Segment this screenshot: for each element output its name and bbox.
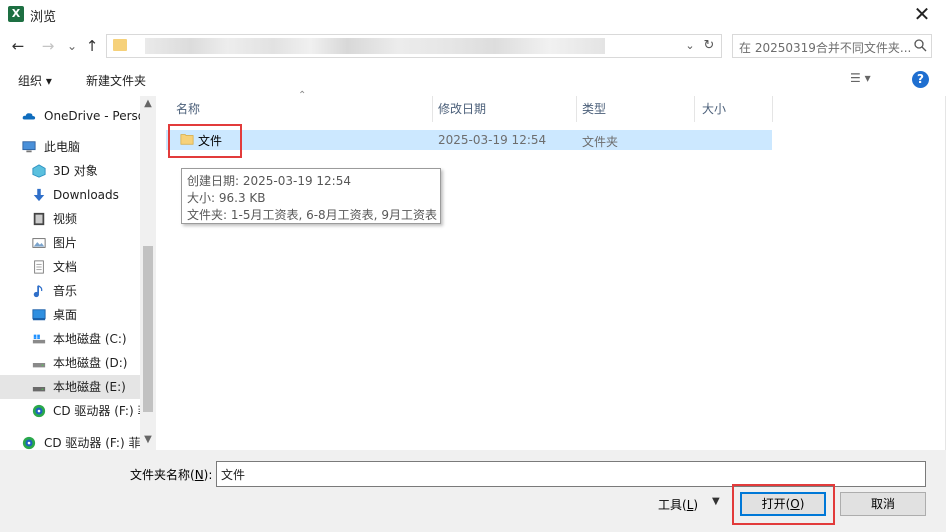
sidebar-item-music[interactable]: 音乐: [0, 279, 140, 303]
cancel-button[interactable]: 取消: [840, 492, 926, 516]
sidebar-item-label: 音乐: [53, 284, 78, 298]
sidebar-item-label: 视频: [53, 212, 78, 226]
column-header-name[interactable]: 名称: [176, 96, 200, 122]
sidebar-scroll-thumb[interactable]: [143, 246, 153, 412]
sidebar-item-cd-drive[interactable]: CD 驱动器 (F:) 菲: [0, 399, 149, 423]
sidebar-item-label: Downloads: [53, 188, 119, 202]
sidebar-item-pictures[interactable]: 图片: [0, 231, 140, 255]
sidebar-item-label: 本地磁盘 (E:): [53, 380, 126, 394]
file-type: 文件夹: [582, 135, 619, 149]
column-divider[interactable]: [432, 96, 433, 122]
sidebar-item-label: 本地磁盘 (D:): [53, 356, 128, 370]
address-bar[interactable]: ⌄ ↻: [106, 34, 722, 58]
close-button[interactable]: ✕: [908, 2, 936, 26]
sidebar-item-label: OneDrive - Perso: [44, 109, 146, 123]
drive-icon: [32, 387, 46, 392]
column-divider[interactable]: [576, 96, 577, 122]
cd-drive-icon: [32, 404, 46, 418]
sidebar-scrollbar[interactable]: ▲ ▼: [140, 96, 156, 450]
sidebar-item-desktop[interactable]: 桌面: [0, 303, 140, 327]
column-header-type[interactable]: 类型: [582, 96, 606, 122]
download-icon: [33, 188, 45, 202]
sidebar-item-drive-c[interactable]: 本地磁盘 (C:): [0, 327, 140, 351]
organize-button[interactable]: 组织 ▾: [18, 72, 52, 89]
picture-icon: [32, 238, 46, 248]
address-row: ← → ⌄ ↑ ⌄ ↻ 在 20250319合并不同文件夹...: [0, 30, 946, 62]
tooltip-size: 大小: 96.3 KB: [187, 191, 266, 205]
scroll-down-arrow-icon[interactable]: ▼: [140, 434, 156, 445]
drive-icon: [32, 363, 46, 368]
sidebar-item-this-pc[interactable]: 此电脑: [0, 135, 140, 159]
sidebar-item-label: 此电脑: [44, 140, 81, 154]
computer-icon: [22, 141, 36, 153]
open-button[interactable]: 打开(O): [740, 492, 826, 516]
document-icon: [34, 260, 44, 274]
search-input[interactable]: 在 20250319合并不同文件夹...: [732, 34, 932, 58]
sidebar-item-3d-objects[interactable]: 3D 对象: [0, 159, 140, 183]
folder-name-value: 文件: [221, 468, 246, 482]
tooltip-created: 创建日期: 2025-03-19 12:54: [187, 174, 351, 188]
excel-app-icon: X: [8, 6, 24, 22]
navigation-pane: OneDrive - Perso 此电脑 3D 对象 Downloads 视频 …: [0, 96, 156, 450]
sidebar-item-label: 文档: [53, 260, 78, 274]
sidebar-item-label: CD 驱动器 (F:) 菲: [44, 436, 141, 450]
sidebar-item-drive-e[interactable]: 本地磁盘 (E:): [0, 375, 140, 399]
search-icon: [914, 39, 927, 52]
refresh-button[interactable]: ↻: [701, 37, 717, 55]
new-folder-button[interactable]: 新建文件夹: [86, 72, 146, 89]
sidebar-item-documents[interactable]: 文档: [0, 255, 140, 279]
file-row[interactable]: 文件 2025-03-19 12:54 文件夹: [166, 130, 772, 150]
address-path-redacted: [145, 38, 605, 54]
sidebar-item-label: 3D 对象: [53, 164, 98, 178]
dialog-footer: 文件夹名称(N): 文件 工具(L) ▼ 打开(O) 取消: [0, 450, 946, 532]
sidebar-item-drive-d[interactable]: 本地磁盘 (D:): [0, 351, 140, 375]
sidebar-item-cd-drive-root[interactable]: CD 驱动器 (F:) 菲: [0, 431, 140, 450]
forward-button[interactable]: →: [38, 36, 58, 56]
tooltip-folders: 文件夹: 1-5月工资表, 6-8月工资表, 9月工资表: [187, 208, 437, 222]
tools-dropdown-icon[interactable]: ▼: [712, 496, 720, 507]
desktop-icon: [32, 309, 46, 321]
folder-icon: [113, 39, 127, 51]
search-placeholder: 在 20250319合并不同文件夹...: [739, 41, 912, 55]
cd-drive-icon: [22, 436, 36, 450]
column-header-size[interactable]: 大小: [702, 96, 726, 122]
back-button[interactable]: ←: [8, 36, 28, 56]
highlight-box: [168, 124, 242, 158]
sidebar-item-label: 本地磁盘 (C:): [53, 332, 127, 346]
help-icon[interactable]: ?: [912, 71, 929, 88]
3d-objects-icon: [32, 164, 46, 178]
windows-drive-icon: [32, 334, 46, 344]
recent-locations-button[interactable]: ⌄: [62, 36, 82, 56]
folder-name-label: 文件夹名称(N):: [130, 468, 213, 482]
video-icon: [33, 212, 45, 226]
change-view-button[interactable]: ☰ ▾: [850, 71, 886, 89]
title-bar: X 浏览 ✕: [0, 0, 946, 30]
sidebar-item-label: CD 驱动器 (F:) 菲: [53, 404, 150, 418]
sidebar-item-onedrive[interactable]: OneDrive - Perso: [0, 104, 145, 128]
sidebar-item-label: 图片: [53, 236, 78, 250]
tools-button[interactable]: 工具(L): [658, 496, 698, 513]
sidebar-item-videos[interactable]: 视频: [0, 207, 140, 231]
sidebar-item-downloads[interactable]: Downloads: [0, 183, 140, 207]
address-history-chevron-icon[interactable]: ⌄: [683, 37, 697, 55]
column-header-modified[interactable]: 修改日期: [438, 96, 486, 122]
cloud-icon: [22, 113, 36, 120]
folder-tooltip: 创建日期: 2025-03-19 12:54 大小: 96.3 KB 文件夹: …: [181, 168, 441, 224]
column-divider[interactable]: [772, 96, 773, 122]
command-toolbar: 组织 ▾ 新建文件夹 ☰ ▾ ?: [0, 64, 946, 94]
music-icon: [33, 285, 43, 298]
window-title: 浏览: [30, 10, 57, 25]
file-modified: 2025-03-19 12:54: [438, 133, 547, 147]
sort-caret-icon: ⌃: [298, 90, 307, 101]
up-button[interactable]: ↑: [82, 36, 102, 56]
scroll-up-arrow-icon[interactable]: ▲: [140, 98, 156, 109]
sidebar-item-label: 桌面: [53, 308, 78, 322]
browse-dialog: X 浏览 ✕ ← → ⌄ ↑ ⌄ ↻ 在 20250319合并不同文件夹... …: [0, 0, 946, 532]
column-divider[interactable]: [694, 96, 695, 122]
file-list-pane: ⌃ 名称 修改日期 类型 大小 文件 2025-03-19 12:54 文件夹 …: [156, 90, 946, 450]
